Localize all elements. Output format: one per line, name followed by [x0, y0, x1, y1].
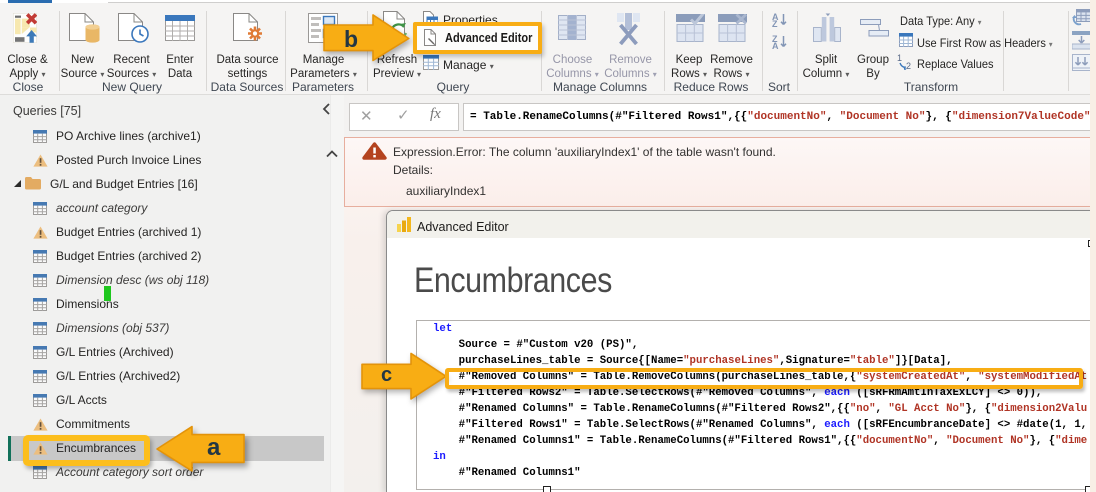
- svg-text:A: A: [772, 41, 779, 49]
- svg-text:Z: Z: [772, 19, 778, 27]
- svg-text:2: 2: [906, 61, 911, 70]
